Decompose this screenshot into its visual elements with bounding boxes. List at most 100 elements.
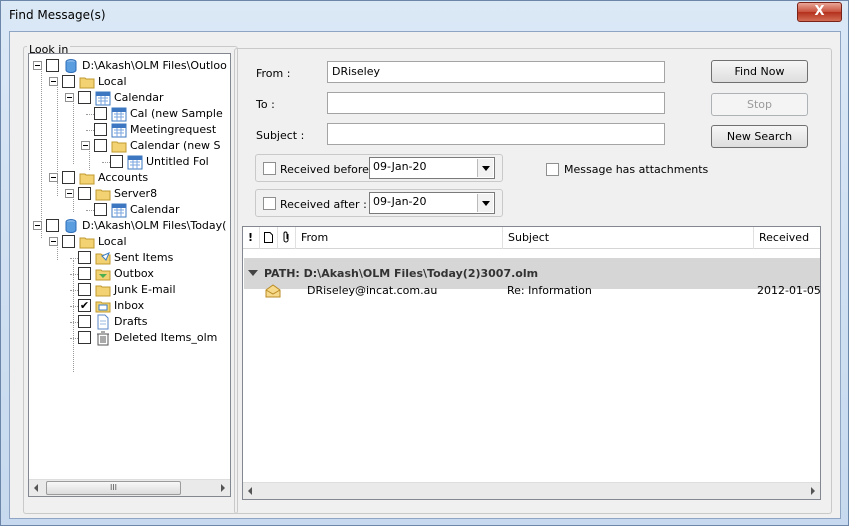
received-before-date[interactable]: 09-Jan-20 bbox=[369, 157, 495, 179]
collapse-toggle-icon[interactable] bbox=[81, 141, 90, 150]
column-received[interactable]: Received bbox=[754, 227, 820, 249]
has-attachments-label: Message has attachments bbox=[564, 163, 709, 176]
tree-checkbox[interactable] bbox=[62, 171, 75, 184]
tree-item-label: D:\Akash\OLM Files\Outloo bbox=[82, 59, 227, 72]
table-row[interactable]: DRiseley@incat.com.au Re: Information 20… bbox=[243, 283, 820, 299]
tree-checkbox[interactable] bbox=[46, 59, 59, 72]
folder-tree[interactable]: D:\Akash\OLM Files\Outloo Local Calendar Ca… bbox=[28, 53, 231, 497]
tree-item-label: Calendar (new S bbox=[130, 139, 221, 152]
scroll-right-icon[interactable] bbox=[221, 484, 225, 492]
subject-input[interactable] bbox=[327, 123, 665, 145]
collapse-toggle-icon[interactable] bbox=[49, 173, 58, 182]
tree-item[interactable]: Local bbox=[29, 74, 230, 90]
tree-item[interactable]: Meetingrequest bbox=[29, 122, 230, 138]
scroll-left-icon[interactable] bbox=[248, 487, 252, 495]
collapse-toggle-icon[interactable] bbox=[49, 237, 58, 246]
tree-item[interactable]: Untitled Fol bbox=[29, 154, 230, 170]
tree-item[interactable]: D:\Akash\OLM Files\Today( bbox=[29, 218, 230, 234]
from-input[interactable]: DRiseley bbox=[327, 61, 665, 83]
scroll-left-icon[interactable] bbox=[34, 484, 38, 492]
scrollbar-thumb[interactable]: III bbox=[46, 481, 181, 495]
tree-horizontal-scrollbar[interactable]: III bbox=[29, 479, 230, 496]
tree-checkbox[interactable]: ✔ bbox=[78, 299, 91, 312]
collapse-toggle-icon[interactable] bbox=[33, 61, 42, 70]
collapse-arrow-icon[interactable] bbox=[248, 270, 258, 276]
tree-item[interactable]: Server8 bbox=[29, 186, 230, 202]
tree-item-label: Calendar bbox=[130, 203, 180, 216]
find-now-button[interactable]: Find Now bbox=[711, 60, 808, 83]
tree-item[interactable]: ✔ Inbox bbox=[29, 298, 230, 314]
tree-item[interactable]: Local bbox=[29, 234, 230, 250]
collapse-toggle-icon[interactable] bbox=[65, 93, 74, 102]
tree-item-label: Calendar bbox=[114, 91, 164, 104]
tree-checkbox[interactable] bbox=[78, 251, 91, 264]
tree-connector bbox=[86, 210, 94, 211]
column-subject[interactable]: Subject bbox=[503, 227, 754, 249]
tree-checkbox[interactable] bbox=[78, 267, 91, 280]
tree-item[interactable]: Calendar bbox=[29, 202, 230, 218]
drafts-icon bbox=[95, 314, 111, 330]
collapse-toggle-icon[interactable] bbox=[65, 189, 74, 198]
received-after-date-value: 09-Jan-20 bbox=[373, 195, 427, 208]
tree-item[interactable]: Calendar (new S bbox=[29, 138, 230, 154]
tree-connector bbox=[70, 290, 78, 291]
tree-checkbox[interactable] bbox=[78, 331, 91, 344]
tree-checkbox[interactable] bbox=[110, 155, 123, 168]
column-from[interactable]: From bbox=[296, 227, 503, 249]
received-after-date[interactable]: 09-Jan-20 bbox=[369, 192, 495, 214]
tree-item[interactable]: D:\Akash\OLM Files\Outloo bbox=[29, 58, 230, 74]
envelope-open-icon bbox=[265, 284, 281, 298]
title-bar[interactable]: Find Message(s) X bbox=[1, 1, 848, 31]
received-before-label: Received before : bbox=[280, 163, 377, 176]
folder-icon bbox=[95, 186, 111, 202]
scroll-right-icon[interactable] bbox=[811, 487, 815, 495]
tree-item[interactable]: Sent Items bbox=[29, 250, 230, 266]
tree-checkbox[interactable] bbox=[94, 107, 107, 120]
inbox-icon bbox=[95, 298, 111, 314]
column-type[interactable] bbox=[260, 227, 278, 249]
received-before-checkbox[interactable] bbox=[263, 162, 276, 175]
calendar-icon bbox=[127, 154, 143, 170]
tree-checkbox[interactable] bbox=[78, 91, 91, 104]
sent-folder-icon bbox=[95, 250, 111, 266]
close-button[interactable]: X bbox=[797, 2, 842, 22]
document-icon bbox=[264, 232, 273, 243]
to-input[interactable] bbox=[327, 92, 665, 114]
results-list[interactable]: ! From Subject Received PATH: D:\Akash\O… bbox=[242, 226, 821, 500]
tree-item-label: Accounts bbox=[98, 171, 149, 184]
received-before-date-value: 09-Jan-20 bbox=[373, 160, 427, 173]
column-attachment[interactable] bbox=[278, 227, 296, 249]
find-messages-window: Find Message(s) X Look in From : DRisele… bbox=[0, 0, 849, 526]
chevron-down-icon[interactable] bbox=[477, 194, 493, 212]
tree-item[interactable]: Outbox bbox=[29, 266, 230, 282]
tree-checkbox[interactable] bbox=[78, 315, 91, 328]
collapse-toggle-icon[interactable] bbox=[33, 221, 42, 230]
tree-checkbox[interactable] bbox=[78, 283, 91, 296]
results-horizontal-scrollbar[interactable] bbox=[243, 482, 820, 499]
tree-item[interactable]: Accounts bbox=[29, 170, 230, 186]
tree-connector bbox=[102, 162, 110, 163]
subject-label: Subject : bbox=[256, 129, 305, 142]
stop-button[interactable]: Stop bbox=[711, 93, 808, 116]
tree-item[interactable]: Drafts bbox=[29, 314, 230, 330]
tree-checkbox[interactable] bbox=[46, 219, 59, 232]
tree-checkbox[interactable] bbox=[78, 187, 91, 200]
tree-checkbox[interactable] bbox=[94, 123, 107, 136]
tree-item[interactable]: Deleted Items_olm bbox=[29, 330, 230, 346]
chevron-down-icon[interactable] bbox=[477, 159, 493, 177]
calendar-icon bbox=[95, 90, 111, 106]
collapse-toggle-icon[interactable] bbox=[49, 77, 58, 86]
new-search-button[interactable]: New Search bbox=[711, 125, 808, 148]
tree-item[interactable]: Junk E-mail bbox=[29, 282, 230, 298]
tree-checkbox[interactable] bbox=[94, 139, 107, 152]
received-after-checkbox[interactable] bbox=[263, 197, 276, 210]
column-importance[interactable]: ! bbox=[243, 227, 260, 249]
tree-checkbox[interactable] bbox=[94, 203, 107, 216]
tree-connector bbox=[70, 274, 78, 275]
tree-item[interactable]: Cal (new Sample bbox=[29, 106, 230, 122]
has-attachments-checkbox[interactable] bbox=[546, 163, 559, 176]
tree-item[interactable]: Calendar bbox=[29, 90, 230, 106]
tree-checkbox[interactable] bbox=[62, 235, 75, 248]
calendar-icon bbox=[111, 202, 127, 218]
tree-checkbox[interactable] bbox=[62, 75, 75, 88]
